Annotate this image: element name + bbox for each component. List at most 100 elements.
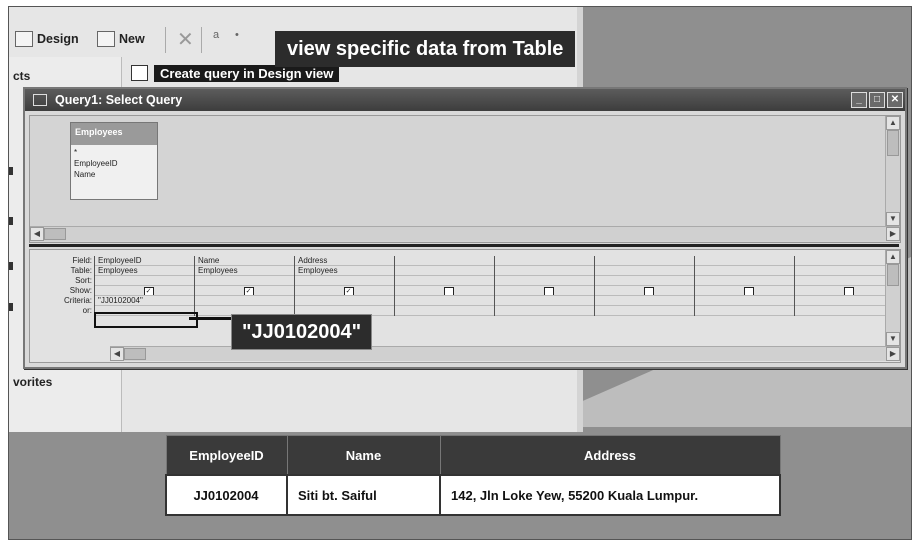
grid-cell-sort[interactable] (395, 276, 499, 286)
field-list-item[interactable]: Name (71, 169, 157, 180)
pane-marker (9, 217, 13, 225)
grid-cell-sort[interactable] (495, 276, 599, 286)
field-list-item[interactable]: * (71, 147, 157, 158)
show-checkbox-cell[interactable] (395, 286, 499, 296)
grid-cell-sort[interactable] (695, 276, 799, 286)
grid-cell-table[interactable] (795, 266, 899, 276)
grid-cell-criteria[interactable] (795, 296, 899, 306)
horizontal-scrollbar[interactable]: ◀ ▶ (30, 226, 900, 241)
query-icon (131, 65, 148, 81)
close-icon[interactable]: ✕ (887, 92, 903, 108)
grid-cell-field[interactable] (595, 256, 699, 266)
employees-table-box[interactable]: Employees * EmployeeID Name (70, 122, 158, 200)
grid-cell-or[interactable] (495, 306, 599, 316)
small-icons-icon[interactable]: a (213, 29, 219, 41)
scroll-down-icon[interactable]: ▼ (886, 332, 900, 346)
grid-cell-sort[interactable] (295, 276, 399, 286)
design-grid-pane: Field: Table: Sort: Show: Criteria: or: … (29, 249, 901, 363)
row-label: Sort: (75, 276, 92, 285)
grid-cell-or[interactable] (695, 306, 799, 316)
grid-column[interactable]: Address Employees ✓ (294, 256, 399, 316)
scroll-right-icon[interactable]: ▶ (886, 227, 900, 241)
grid-cell-field[interactable] (695, 256, 799, 266)
pane-divider[interactable] (29, 244, 899, 247)
checked-checkbox[interactable]: ✓ (243, 287, 254, 295)
grid-cell-or[interactable] (395, 306, 499, 316)
unchecked-checkbox[interactable] (443, 287, 454, 295)
grid-cell-table[interactable] (695, 266, 799, 276)
show-checkbox-cell[interactable]: ✓ (195, 286, 299, 296)
unchecked-checkbox[interactable] (743, 287, 754, 295)
grid-cell-criteria[interactable] (295, 296, 399, 306)
grid-cell-field[interactable] (795, 256, 899, 266)
new-button[interactable]: New (97, 21, 145, 57)
grid-cell-criteria[interactable] (595, 296, 699, 306)
favorites-label[interactable]: vorites (13, 375, 52, 389)
grid-cell-sort[interactable] (95, 276, 199, 286)
show-checkbox-cell[interactable] (495, 286, 599, 296)
scroll-thumb[interactable] (887, 130, 899, 156)
grid-cell-field[interactable]: EmployeeID (95, 256, 199, 266)
grid-cell-field[interactable] (395, 256, 499, 266)
grid-cell-table[interactable] (495, 266, 599, 276)
scroll-right-icon[interactable]: ▶ (886, 347, 900, 361)
grid-cell-criteria[interactable] (495, 296, 599, 306)
checked-checkbox[interactable]: ✓ (143, 287, 154, 295)
scroll-left-icon[interactable]: ◀ (110, 347, 124, 361)
scroll-thumb[interactable] (44, 228, 66, 240)
grid-column[interactable] (694, 256, 799, 316)
grid-cell-table[interactable] (395, 266, 499, 276)
grid-cell-field[interactable]: Address (295, 256, 399, 266)
show-checkbox-cell[interactable] (595, 286, 699, 296)
unchecked-checkbox[interactable] (843, 287, 854, 295)
grid-cell-criteria[interactable] (195, 296, 299, 306)
query-titlebar[interactable]: Query1: Select Query _ □ ✕ (25, 89, 905, 111)
list-icon[interactable]: • (235, 29, 239, 41)
unchecked-checkbox[interactable] (643, 287, 654, 295)
grid-cell-sort[interactable] (195, 276, 299, 286)
design-button[interactable]: Design (15, 21, 79, 57)
field-list-item[interactable]: EmployeeID (71, 158, 157, 169)
scroll-down-icon[interactable]: ▼ (886, 212, 900, 226)
grid-cell-sort[interactable] (595, 276, 699, 286)
scroll-left-icon[interactable]: ◀ (30, 227, 44, 241)
grid-column[interactable] (394, 256, 499, 316)
grid-column[interactable]: EmployeeID Employees ✓ "JJ0102004" (94, 256, 199, 316)
grid-cell-criteria[interactable] (395, 296, 499, 306)
table-cell: JJ0102004 (165, 474, 288, 516)
grid-cell-table[interactable]: Employees (295, 266, 399, 276)
show-checkbox-cell[interactable] (695, 286, 799, 296)
grid-column[interactable] (494, 256, 599, 316)
grid-cell-table[interactable] (595, 266, 699, 276)
show-checkbox-cell[interactable]: ✓ (95, 286, 199, 296)
delete-icon[interactable]: ✕ (177, 27, 194, 52)
grid-vertical-scrollbar[interactable]: ▲ ▼ (885, 250, 900, 346)
row-label: Field: (72, 256, 92, 265)
grid-cell-or[interactable] (595, 306, 699, 316)
scroll-up-icon[interactable]: ▲ (886, 116, 900, 130)
grid-cell-criteria[interactable]: "JJ0102004" (95, 296, 199, 306)
checked-checkbox[interactable]: ✓ (343, 287, 354, 295)
scroll-up-icon[interactable]: ▲ (886, 250, 900, 264)
grid-horizontal-scrollbar[interactable]: ◀ ▶ (110, 346, 900, 361)
scroll-thumb[interactable] (887, 264, 899, 286)
grid-cell-or[interactable] (795, 306, 899, 316)
grid-cell-criteria[interactable] (695, 296, 799, 306)
grid-cell-sort[interactable] (795, 276, 899, 286)
maximize-icon[interactable]: □ (869, 92, 885, 108)
show-checkbox-cell[interactable]: ✓ (295, 286, 399, 296)
row-label: Table: (70, 266, 92, 275)
scroll-thumb[interactable] (124, 348, 146, 360)
grid-column[interactable]: Name Employees ✓ (194, 256, 299, 316)
screenshot-frame: Design New ✕ a • cts vorites Create quer… (8, 6, 912, 540)
grid-cell-field[interactable]: Name (195, 256, 299, 266)
grid-cell-field[interactable] (495, 256, 599, 266)
minimize-icon[interactable]: _ (851, 92, 867, 108)
grid-column[interactable] (594, 256, 699, 316)
unchecked-checkbox[interactable] (543, 287, 554, 295)
vertical-scrollbar[interactable]: ▲ ▼ (885, 116, 900, 226)
grid-column[interactable] (794, 256, 899, 316)
grid-cell-table[interactable]: Employees (195, 266, 299, 276)
grid-cell-table[interactable]: Employees (95, 266, 199, 276)
show-checkbox-cell[interactable] (795, 286, 899, 296)
